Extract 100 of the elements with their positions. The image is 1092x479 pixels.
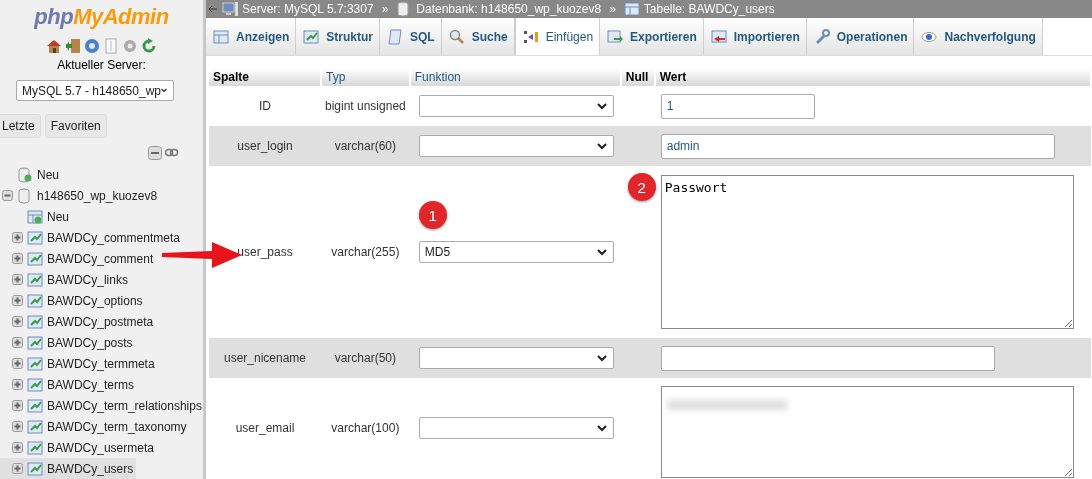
export-icon xyxy=(607,28,624,45)
expand-icon[interactable] xyxy=(12,337,23,348)
column-type: varchar(255) xyxy=(321,166,410,338)
tab[interactable]: Importieren xyxy=(703,18,807,55)
expand-icon[interactable] xyxy=(12,295,23,306)
expand-icon[interactable] xyxy=(12,379,23,390)
value-input[interactable]: admin xyxy=(660,133,1055,159)
function-select[interactable] xyxy=(418,347,614,369)
tree-row[interactable]: BAWDCy_users xyxy=(0,458,137,479)
collapse-all-icon[interactable] xyxy=(148,146,162,160)
wrench-icon xyxy=(813,28,830,45)
breadcrumb-link[interactable]: Server: MySQL 5.7:3307 xyxy=(242,2,374,16)
table-icon xyxy=(27,271,43,288)
logo-text[interactable]: phpMyAdmin xyxy=(34,4,169,30)
tab[interactable]: Struktur xyxy=(296,18,380,55)
tree-row[interactable]: BAWDCy_postmeta xyxy=(0,311,157,332)
table-icon xyxy=(27,418,43,435)
breadcrumb-link[interactable]: Datenbank: h148650_wp_kuozev8 xyxy=(416,2,602,16)
tree-row[interactable]: BAWDCy_comment xyxy=(0,248,157,269)
expand-icon[interactable] xyxy=(12,442,23,453)
tree-row[interactable]: BAWDCy_term_relationships xyxy=(0,395,203,416)
tree-item[interactable]: BAWDCy_usermeta xyxy=(47,440,154,455)
column-name: user_pass xyxy=(209,166,321,338)
tree-item[interactable]: BAWDCy_posts xyxy=(47,335,133,350)
column-type: bigint unsigned xyxy=(321,86,410,126)
number-badge: 1 xyxy=(418,201,447,229)
tab[interactable]: Exportieren xyxy=(600,18,704,55)
home-icon[interactable] xyxy=(46,38,62,54)
table-icon xyxy=(27,397,43,414)
tree-item[interactable]: BAWDCy_links xyxy=(47,272,128,287)
reload-icon[interactable] xyxy=(141,38,157,54)
expand-icon[interactable] xyxy=(12,400,23,411)
back-arrow-icon[interactable] xyxy=(208,3,218,15)
sidebar-button[interactable]: Favoriten xyxy=(44,114,107,138)
expand-icon[interactable] xyxy=(12,253,23,264)
exit-door-icon[interactable] xyxy=(65,38,81,54)
column-type: varchar(60) xyxy=(321,126,410,166)
tree-item[interactable]: BAWDCy_users xyxy=(47,461,134,476)
function-select[interactable] xyxy=(418,417,614,439)
tab[interactable]: Anzeigen xyxy=(206,18,297,55)
chevron-icon xyxy=(596,354,607,362)
expand-icon[interactable] xyxy=(12,463,23,474)
tree-row[interactable]: BAWDCy_terms xyxy=(0,374,137,395)
tab[interactable]: SQL xyxy=(380,18,442,55)
tab[interactable]: Nachverfolgung xyxy=(914,18,1043,55)
tree-item[interactable]: BAWDCy_term_relationships xyxy=(47,398,202,413)
column-name: user_nicename xyxy=(209,338,321,378)
table-icon xyxy=(27,313,43,330)
tree-item[interactable]: BAWDCy_termmeta xyxy=(47,356,155,371)
server-select[interactable]: MySQL 5.7 - h148650_wp xyxy=(16,80,174,101)
expand-icon[interactable] xyxy=(12,274,23,285)
tree-item[interactable]: BAWDCy_options xyxy=(47,293,143,308)
chevron-icon xyxy=(596,248,607,256)
table-icon xyxy=(27,229,43,246)
value-input[interactable]: 1 xyxy=(660,93,815,119)
function-select[interactable] xyxy=(418,95,614,117)
chevron-icon xyxy=(596,142,607,150)
collapse-icon[interactable] xyxy=(2,190,13,201)
search-icon xyxy=(448,28,465,45)
tree-item[interactable]: BAWDCy_commentmeta xyxy=(47,230,180,245)
sidebar-button[interactable]: Letzte xyxy=(0,114,41,138)
function-select[interactable]: MD5 xyxy=(418,241,614,263)
new-table-icon xyxy=(27,208,43,225)
table-icon xyxy=(27,376,43,393)
breadcrumb-link[interactable]: Tabelle: BAWDCy_users xyxy=(643,2,775,16)
tree-row[interactable]: BAWDCy_links xyxy=(0,269,131,290)
value-textarea[interactable] xyxy=(660,386,1074,478)
database-icon xyxy=(17,187,33,204)
table-icon xyxy=(213,28,229,45)
import-icon xyxy=(710,28,727,45)
tree-row[interactable]: BAWDCy_options xyxy=(0,290,146,311)
tree-item[interactable]: BAWDCy_postmeta xyxy=(47,314,154,329)
tab[interactable]: Einfügen xyxy=(514,18,601,55)
tree-item[interactable]: Neu xyxy=(47,209,69,224)
value-input[interactable] xyxy=(660,345,995,371)
function-select[interactable] xyxy=(418,135,614,157)
table-icon xyxy=(27,334,43,351)
expand-icon[interactable] xyxy=(12,358,23,369)
expand-icon[interactable] xyxy=(12,232,23,243)
tree-item[interactable]: h148650_wp_kuozev8 xyxy=(37,188,158,203)
tree-item[interactable]: BAWDCy_terms xyxy=(47,377,134,392)
tree-row[interactable]: BAWDCy_posts xyxy=(0,332,136,353)
tree-row[interactable]: BAWDCy_commentmeta xyxy=(0,227,183,248)
server-icon xyxy=(222,1,238,17)
tree-item[interactable]: BAWDCy_term_taxonomy xyxy=(47,419,187,434)
tree-row[interactable]: BAWDCy_usermeta xyxy=(0,437,157,458)
tree-item[interactable]: BAWDCy_comment xyxy=(47,251,154,266)
column-header-link[interactable]: Funktion xyxy=(409,68,621,86)
tab[interactable]: Operationen xyxy=(806,18,915,55)
tree-row[interactable]: BAWDCy_termmeta xyxy=(0,353,158,374)
tree-row[interactable]: BAWDCy_term_taxonomy xyxy=(0,416,190,437)
column-header: Null xyxy=(620,68,655,86)
value-textarea[interactable]: Passwort xyxy=(660,175,1074,329)
help-icon[interactable] xyxy=(84,38,100,54)
column-header: Wert xyxy=(654,68,1091,86)
tree-item[interactable]: Neu xyxy=(37,167,59,182)
expand-icon[interactable] xyxy=(12,316,23,327)
tab[interactable]: Suche xyxy=(441,18,515,55)
column-header-link[interactable]: Typ xyxy=(321,68,410,86)
expand-icon[interactable] xyxy=(12,421,23,432)
